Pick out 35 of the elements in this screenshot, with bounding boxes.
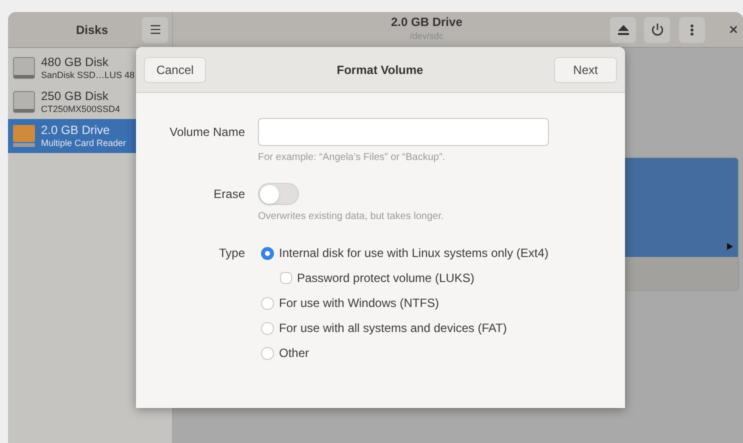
format-radio[interactable]: For use with all systems and devices (FAT) <box>261 320 548 336</box>
format-radio[interactable]: Internal disk for use with Linux systems only (Ext4) <box>261 245 548 261</box>
window-title: Disks <box>76 22 108 38</box>
menu-icon <box>148 23 162 36</box>
card-reader-icon <box>12 124 36 148</box>
more-button[interactable] <box>679 16 705 42</box>
power-button[interactable] <box>644 16 670 42</box>
cancel-button[interactable]: Cancel <box>144 56 206 82</box>
play-icon <box>727 243 733 250</box>
disk-name: 250 GB Disk <box>41 89 110 103</box>
erase-hint: Overwrites existing data, but takes longer. <box>258 210 445 224</box>
disk-item[interactable]: 250 GB Disk CT250MX500SSD4 <box>8 85 172 119</box>
power-icon <box>650 23 664 36</box>
disk-model: Multiple Card Reader <box>41 137 126 149</box>
eject-icon <box>618 24 628 34</box>
close-icon <box>728 24 738 35</box>
disk-name: 480 GB Disk <box>41 55 110 69</box>
volume-name-hint: For example: “Angela’s Files” or “Backup”. <box>258 151 446 165</box>
drive-icon <box>12 56 36 80</box>
erase-switch[interactable] <box>258 183 299 205</box>
luks-checkbox[interactable]: Password protect volume (LUKS) <box>280 270 548 286</box>
dialog-title: Format Volume <box>336 62 424 78</box>
volume-name-field[interactable] <box>258 118 549 146</box>
type-label: Type <box>218 245 245 262</box>
disk-model: SanDisk SSD…LUS 48 <box>41 69 135 81</box>
eject-button[interactable] <box>610 16 636 42</box>
format-radio[interactable]: Other <box>261 345 548 361</box>
disk-name: 2.0 GB Drive <box>41 123 111 137</box>
next-button[interactable]: Next <box>554 56 617 82</box>
disk-model: CT250MX500SSD4 <box>41 103 120 115</box>
drive-title: 2.0 GB Drive <box>391 15 462 30</box>
drive-icon <box>12 90 36 114</box>
erase-label: Erase <box>212 186 245 203</box>
menu-button[interactable] <box>142 16 168 42</box>
format-radio[interactable]: For use with Windows (NTFS) <box>261 295 548 311</box>
